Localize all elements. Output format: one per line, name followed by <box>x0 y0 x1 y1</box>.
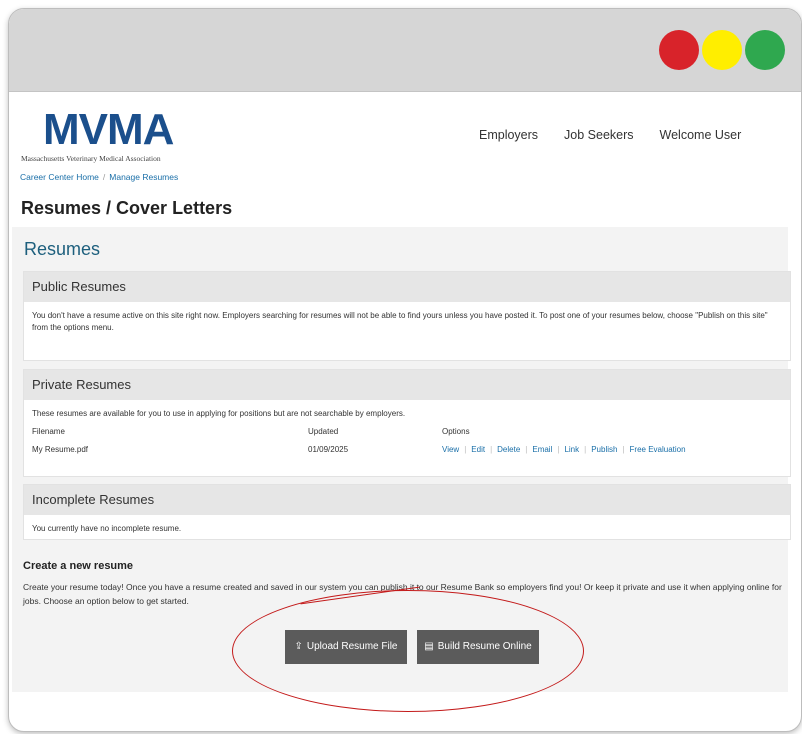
public-resumes-heading: Public Resumes <box>24 272 790 302</box>
logo-mark: MVMA <box>43 105 174 154</box>
public-resumes-text: You don't have a resume active on this s… <box>32 311 768 332</box>
panel-title: Resumes <box>24 239 101 259</box>
option-view[interactable]: View <box>442 445 459 454</box>
private-resumes-section: Private Resumes These resumes are availa… <box>23 369 791 477</box>
minimize-window-button[interactable] <box>702 30 742 70</box>
table-header-row: Filename Updated Options <box>24 422 790 440</box>
nav-welcome-user[interactable]: Welcome User <box>660 128 742 142</box>
option-separator: | <box>557 444 560 454</box>
window-titlebar <box>9 9 801 92</box>
cell-options: View | Edit | Delete | Email | Link | Publish | Free… <box>434 440 790 458</box>
maximize-window-button[interactable] <box>745 30 785 70</box>
nav-employers[interactable]: Employers <box>479 128 538 142</box>
option-email[interactable]: Email <box>532 445 552 454</box>
close-window-button[interactable] <box>659 30 699 70</box>
option-separator: | <box>490 444 493 454</box>
cell-filename: My Resume.pdf <box>32 444 89 454</box>
public-resumes-section: Public Resumes You don't have a resume a… <box>23 271 791 361</box>
header-updated: Updated <box>308 426 339 436</box>
breadcrumb: Career Center Home / Manage Resumes <box>20 172 801 182</box>
incomplete-resumes-section: Incomplete Resumes You currently have no… <box>23 484 791 540</box>
resumes-table: Filename Updated Options My Resume.pdf 0… <box>24 422 790 458</box>
option-separator: | <box>464 444 467 454</box>
incomplete-resumes-heading: Incomplete Resumes <box>24 485 790 515</box>
upload-resume-button[interactable]: ⇪ Upload Resume File <box>285 630 407 664</box>
header-filename: Filename <box>32 426 65 436</box>
option-separator: | <box>525 444 528 454</box>
breadcrumb-career-center-home[interactable]: Career Center Home <box>20 172 99 182</box>
mvma-logo[interactable]: MVMA Massachusetts Veterinary Medical As… <box>21 105 191 164</box>
breadcrumb-manage-resumes[interactable]: Manage Resumes <box>109 172 178 182</box>
option-edit[interactable]: Edit <box>471 445 485 454</box>
private-resumes-text: These resumes are available for you to u… <box>32 409 406 418</box>
option-publish[interactable]: Publish <box>591 445 617 454</box>
build-resume-label: Build Resume Online <box>437 641 532 652</box>
option-free-evaluation[interactable]: Free Evaluation <box>630 445 686 454</box>
create-resume-text: Create your resume today! Once you have … <box>23 582 782 606</box>
logo-subtitle: Massachusetts Veterinary Medical Associa… <box>21 154 161 163</box>
breadcrumb-separator: / <box>102 172 106 182</box>
top-navigation: Employers Job Seekers Welcome User <box>479 128 741 142</box>
upload-icon: ⇪ <box>294 641 303 652</box>
resumes-panel: Resumes Public Resumes You don't have a … <box>12 227 791 692</box>
option-delete[interactable]: Delete <box>497 445 520 454</box>
table-row: My Resume.pdf 01/09/2025 View | Edit | Delet… <box>24 440 790 458</box>
build-resume-button[interactable]: ▤ Build Resume Online <box>417 630 539 664</box>
incomplete-resumes-text: You currently have no incomplete resume. <box>32 524 182 533</box>
page-title: Resumes / Cover Letters <box>21 198 233 218</box>
document-icon: ▤ <box>424 641 434 652</box>
option-separator: | <box>584 444 587 454</box>
header-options: Options <box>442 426 470 436</box>
create-resume-heading: Create a new resume <box>23 560 134 572</box>
option-link[interactable]: Link <box>564 445 579 454</box>
nav-job-seekers[interactable]: Job Seekers <box>564 128 633 142</box>
option-separator: | <box>622 444 625 454</box>
private-resumes-heading: Private Resumes <box>24 370 790 400</box>
upload-resume-label: Upload Resume File <box>306 641 398 652</box>
cell-updated: 01/09/2025 <box>308 444 349 454</box>
site-header: MVMA Massachusetts Veterinary Medical As… <box>9 92 801 172</box>
